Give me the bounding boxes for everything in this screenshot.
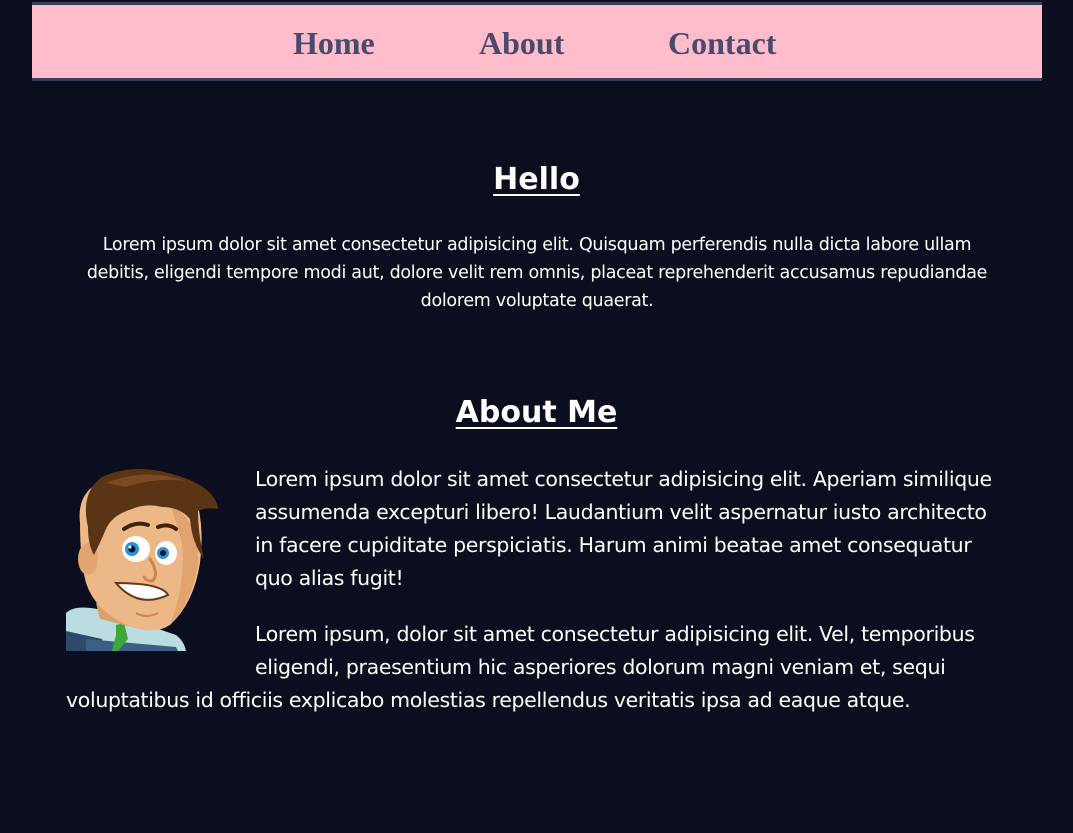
- about-section: Lorem ipsum dolor sit amet consectetur a…: [66, 463, 996, 740]
- cartoon-man-avatar-icon: [66, 469, 218, 651]
- nav-link-contact[interactable]: Contact: [668, 24, 776, 62]
- nav-link-home[interactable]: Home: [293, 24, 375, 62]
- navbar: Home About Contact: [32, 2, 1042, 81]
- hello-heading: Hello: [493, 162, 580, 197]
- hello-text: Lorem ipsum dolor sit amet consectetur a…: [86, 235, 988, 311]
- nav-link-about[interactable]: About: [479, 24, 564, 62]
- about-heading: About Me: [455, 395, 618, 430]
